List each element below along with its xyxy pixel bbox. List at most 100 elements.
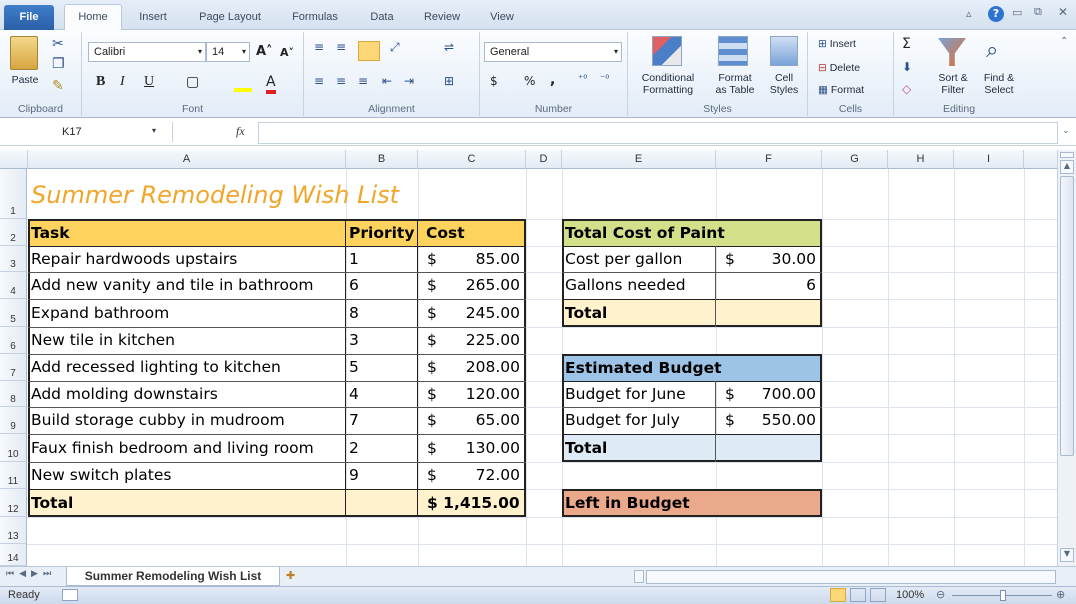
left-in-budget-label[interactable]: Left in Budget bbox=[562, 490, 820, 517]
total-label[interactable]: Total bbox=[28, 490, 346, 517]
cost-cell[interactable]: 85.00 bbox=[444, 246, 520, 272]
formula-input[interactable] bbox=[258, 122, 1058, 144]
task-cell[interactable]: Add new vanity and tile in bathroom bbox=[28, 272, 346, 299]
borders-icon[interactable]: ▢ bbox=[186, 74, 199, 90]
row-header-8[interactable]: 8 bbox=[0, 381, 27, 407]
priority-cell[interactable]: 9 bbox=[346, 462, 418, 489]
align-left-icon[interactable]: ≡ bbox=[314, 74, 324, 88]
col-header-b[interactable]: B bbox=[346, 150, 418, 169]
row-header-11[interactable]: 11 bbox=[0, 462, 27, 489]
row-header-7[interactable]: 7 bbox=[0, 354, 27, 381]
align-middle-icon[interactable]: ≡ bbox=[336, 40, 346, 54]
copy-icon[interactable]: ❐ bbox=[52, 56, 65, 72]
sheet-title[interactable]: Summer Remodeling Wish List bbox=[28, 178, 528, 212]
align-center-icon[interactable]: ≡ bbox=[336, 74, 346, 88]
tab-view[interactable]: View bbox=[482, 5, 522, 30]
fill-color-icon[interactable] bbox=[234, 76, 252, 92]
italic-button[interactable]: I bbox=[120, 74, 125, 90]
col-header-a[interactable]: A bbox=[28, 150, 346, 169]
priority-cell[interactable]: 1 bbox=[346, 246, 418, 272]
gallons-needed-value[interactable]: 6 bbox=[742, 272, 816, 299]
shrink-font-icon[interactable]: A˅ bbox=[280, 46, 294, 59]
align-top-icon[interactable]: ≡ bbox=[314, 40, 324, 54]
scroll-up-icon[interactable]: ▲ bbox=[1060, 160, 1074, 174]
scroll-down-icon[interactable]: ▼ bbox=[1060, 548, 1074, 562]
task-cell[interactable]: Add recessed lighting to kitchen bbox=[28, 354, 346, 381]
help-icon[interactable]: ? bbox=[988, 6, 1004, 22]
zoom-level[interactable]: 100% bbox=[896, 589, 924, 601]
underline-button[interactable]: U bbox=[144, 74, 154, 90]
wrap-text-icon[interactable]: ⇌ bbox=[444, 40, 454, 54]
decrease-decimal-icon[interactable]: ⁻⁰ bbox=[600, 74, 609, 85]
fill-icon[interactable]: ⬇ bbox=[902, 60, 912, 74]
cost-cell[interactable]: 65.00 bbox=[444, 407, 520, 434]
conditional-formatting-button[interactable]: Conditional Formatting bbox=[630, 72, 706, 96]
col-header-g[interactable]: G bbox=[822, 150, 888, 169]
percent-button[interactable]: % bbox=[524, 74, 535, 88]
priority-cell[interactable]: 4 bbox=[346, 381, 418, 407]
row-header-1[interactable]: 1 bbox=[0, 169, 27, 219]
macro-record-icon[interactable] bbox=[62, 589, 78, 601]
sort-filter-button[interactable]: Sort & Filter bbox=[930, 72, 976, 96]
cell-styles-button[interactable]: Cell Styles bbox=[762, 72, 806, 96]
sheet-tab[interactable]: Summer Remodeling Wish List bbox=[66, 567, 280, 586]
currency-button[interactable]: $ bbox=[490, 74, 498, 88]
grow-font-icon[interactable]: A˄ bbox=[256, 44, 273, 59]
select-all[interactable] bbox=[0, 150, 28, 169]
number-format-select[interactable]: General ▾ bbox=[484, 42, 622, 62]
tab-file[interactable]: File bbox=[4, 5, 54, 30]
binoculars-icon[interactable]: ⌕ bbox=[986, 38, 998, 63]
name-box[interactable]: K17 bbox=[0, 123, 170, 143]
gallons-needed-label[interactable]: Gallons needed bbox=[562, 272, 716, 299]
comma-button[interactable]: , bbox=[550, 72, 555, 88]
priority-cell[interactable]: 5 bbox=[346, 354, 418, 381]
cell-styles-icon[interactable] bbox=[770, 36, 798, 66]
tab-data[interactable]: Data bbox=[362, 5, 402, 30]
tab-insert[interactable]: Insert bbox=[130, 5, 176, 30]
cost-cell[interactable]: 120.00 bbox=[444, 381, 520, 407]
close-window-icon[interactable]: ✕ bbox=[1058, 5, 1068, 19]
format-as-table-icon[interactable] bbox=[718, 36, 748, 66]
budget-july-value[interactable]: 550.00 bbox=[742, 407, 816, 434]
priority-cell[interactable]: 2 bbox=[346, 435, 418, 462]
vertical-scrollbar[interactable]: ▲ ▼ bbox=[1057, 150, 1076, 566]
task-cell[interactable]: Repair hardwoods upstairs bbox=[28, 246, 346, 272]
task-cell[interactable]: Build storage cubby in mudroom bbox=[28, 407, 346, 434]
paint-total-label[interactable]: Total bbox=[562, 300, 716, 327]
header-priority[interactable]: Priority bbox=[346, 220, 418, 246]
sheet-nav-icon[interactable]: ⏮◀▶⏭ bbox=[6, 569, 56, 579]
tab-page-layout[interactable]: Page Layout bbox=[190, 5, 270, 30]
header-cost[interactable]: Cost bbox=[418, 220, 526, 246]
decrease-indent-icon[interactable]: ⇤ bbox=[382, 74, 392, 88]
cost-cell[interactable]: 225.00 bbox=[444, 327, 520, 354]
priority-cell[interactable]: 3 bbox=[346, 327, 418, 354]
priority-cell[interactable]: 7 bbox=[346, 407, 418, 434]
priority-cell[interactable]: 6 bbox=[346, 272, 418, 299]
row-header-12[interactable]: 12 bbox=[0, 489, 27, 517]
page-break-view-icon[interactable] bbox=[870, 588, 886, 602]
increase-decimal-icon[interactable]: ⁺⁰ bbox=[578, 74, 587, 85]
insert-cells-button[interactable]: ⊞ Insert bbox=[818, 38, 856, 50]
col-header-f[interactable]: F bbox=[716, 150, 822, 169]
tab-review[interactable]: Review bbox=[416, 5, 468, 30]
row-header-9[interactable]: 9 bbox=[0, 407, 27, 434]
row-header-14[interactable]: 14 bbox=[0, 544, 27, 566]
row-header-5[interactable]: 5 bbox=[0, 299, 27, 327]
col-header-d[interactable]: D bbox=[526, 150, 562, 169]
paste-button[interactable]: Paste bbox=[6, 74, 44, 86]
row-header-2[interactable]: 2 bbox=[0, 219, 27, 246]
delete-cells-button[interactable]: ⊟ Delete bbox=[818, 62, 860, 74]
align-right-icon[interactable]: ≡ bbox=[358, 74, 368, 88]
priority-cell[interactable]: 8 bbox=[346, 300, 418, 327]
scroll-thumb[interactable] bbox=[1060, 176, 1074, 456]
split-handle[interactable] bbox=[1060, 152, 1074, 158]
task-cell[interactable]: Faux finish bedroom and living room bbox=[28, 435, 346, 462]
autosum-button[interactable]: Σ bbox=[902, 36, 911, 52]
zoom-out-icon[interactable]: ⊖ bbox=[936, 588, 945, 601]
minimize-window-icon[interactable]: ▭ bbox=[1012, 6, 1022, 19]
expand-formula-icon[interactable]: ⌄ bbox=[1062, 126, 1070, 136]
clear-icon[interactable]: ◇ bbox=[902, 82, 911, 96]
normal-view-icon[interactable] bbox=[830, 588, 846, 602]
task-cell[interactable]: New switch plates bbox=[28, 462, 346, 489]
fx-button[interactable]: fx bbox=[236, 124, 245, 139]
